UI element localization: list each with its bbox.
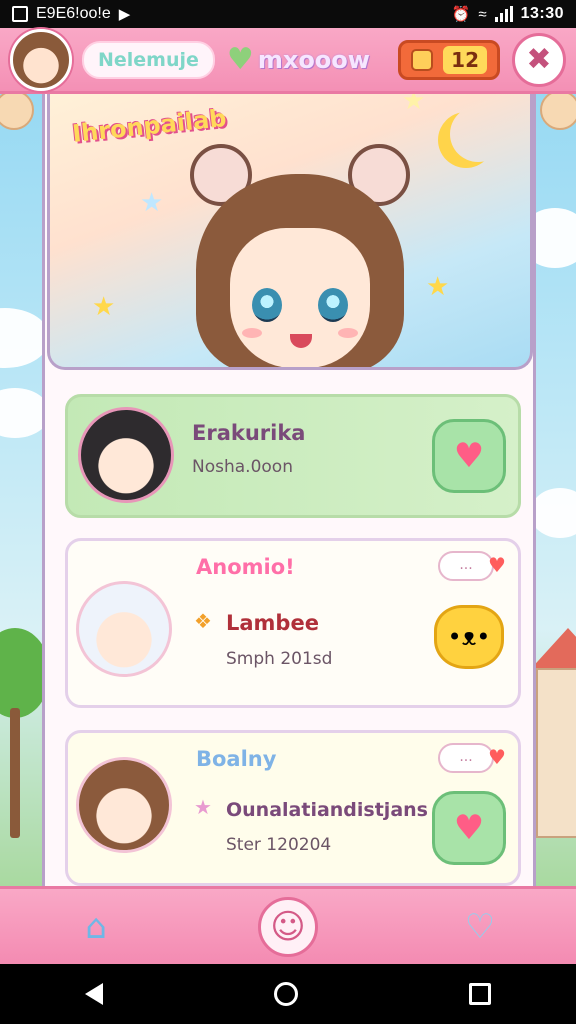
home-icon: ⌂ [85, 906, 107, 947]
heart-outline-icon: ♡ [464, 906, 496, 947]
card-subtitle: Ster 120204 [226, 835, 332, 855]
chat-icon: ☺ [270, 906, 306, 947]
house-decoration [536, 668, 576, 838]
star-icon: ★ [426, 272, 450, 302]
star-icon: ★ [402, 94, 426, 116]
home-button[interactable]: ⌂ [66, 897, 126, 957]
app-logo: ♥ mxooow [226, 41, 370, 77]
side-character-decoration [540, 90, 576, 130]
username-pill[interactable]: Nelemuje [82, 40, 215, 79]
character-mouth [290, 334, 312, 348]
small-heart-icon: ♥ [488, 745, 506, 769]
back-icon[interactable] [85, 983, 104, 1005]
close-button[interactable]: ✖ [512, 32, 566, 87]
coin-count: 12 [443, 45, 487, 74]
hero-title: Ihronpailab [70, 103, 228, 149]
cloud-decoration [530, 488, 576, 538]
side-character-decoration [0, 90, 34, 130]
card-subtitle: Nosha.0oon [192, 457, 293, 477]
character-eye [318, 288, 348, 322]
card-tag: Anomio! [196, 555, 295, 579]
card-tag: Boalny [196, 747, 277, 771]
star-icon: ★ [194, 795, 212, 819]
character-face [230, 228, 370, 367]
character-card[interactable]: Erakurika Nosha.0oon ♥ [65, 394, 521, 518]
chat-bubble[interactable]: ... [438, 743, 494, 773]
character-card[interactable]: Boalny ★ Ounalatiandistjans Ster 120204 … [65, 730, 521, 886]
status-bar: E9E6!oo!e ▶ ⏰ ≈ 13:30 [0, 0, 576, 28]
card-avatar [78, 407, 174, 503]
status-right: ⏰ ≈ 13:30 [452, 5, 564, 23]
wifi-icon: ≈ [478, 5, 487, 23]
favorites-button[interactable]: ♡ [450, 897, 510, 957]
tree-trunk-decoration [10, 708, 20, 838]
character-blush [338, 328, 358, 338]
alarm-icon: ⏰ [451, 5, 471, 23]
chat-bubble[interactable]: ... [438, 551, 494, 581]
system-nav-bar [0, 964, 576, 1024]
coin-counter[interactable]: 12 [398, 39, 500, 80]
coin-icon [411, 48, 434, 71]
card-name: Erakurika [192, 421, 306, 445]
media-icon: ▶ [118, 5, 131, 23]
character-card[interactable]: Anomio! ❖ Lambee Smph 201sd ... ♥ •ᴥ• [65, 538, 521, 708]
card-avatar [76, 757, 172, 853]
card-name: Lambee [226, 611, 319, 635]
app-header: Nelemuje ♥ mxooow 12 ✖ [0, 28, 576, 94]
ribbon-icon: ❖ [194, 609, 212, 633]
cat-icon: •ᴥ• [447, 622, 491, 651]
home-circle-icon[interactable] [273, 982, 298, 1006]
profile-avatar[interactable] [10, 28, 72, 91]
recents-icon[interactable] [468, 983, 491, 1005]
star-icon: ★ [140, 188, 164, 218]
heart-icon: ♥ [453, 808, 485, 848]
bottom-nav: ⌂ ☺ ♡ [0, 886, 576, 964]
logo-text: mxooow [257, 45, 370, 74]
hero-character [190, 144, 410, 367]
like-button[interactable]: ♥ [432, 419, 506, 493]
heart-icon: ♥ [453, 436, 485, 476]
like-button[interactable]: ♥ [432, 791, 506, 865]
card-subtitle: Smph 201sd [226, 649, 333, 669]
chat-button[interactable]: ☺ [258, 896, 318, 957]
character-blush [242, 328, 262, 338]
star-icon: ★ [92, 292, 116, 322]
main-panel: Ihronpailab ★ ★ ★ ★ Erakurika Nosha.0oon… [42, 94, 536, 886]
character-eye [252, 288, 282, 322]
clock: 13:30 [520, 5, 564, 22]
hero-banner: Ihronpailab ★ ★ ★ ★ [47, 94, 533, 370]
status-left: E9E6!oo!e ▶ [12, 5, 130, 23]
logo-heart-icon: ♥ [226, 41, 254, 77]
card-avatar [76, 581, 172, 677]
signal-icon [494, 6, 513, 22]
card-name: Ounalatiandistjans [226, 799, 428, 821]
notification-icon [12, 6, 28, 22]
cat-button[interactable]: •ᴥ• [434, 605, 504, 669]
moon-icon [450, 106, 506, 162]
small-heart-icon: ♥ [488, 553, 506, 577]
status-left-text: E9E6!oo!e [36, 5, 111, 22]
